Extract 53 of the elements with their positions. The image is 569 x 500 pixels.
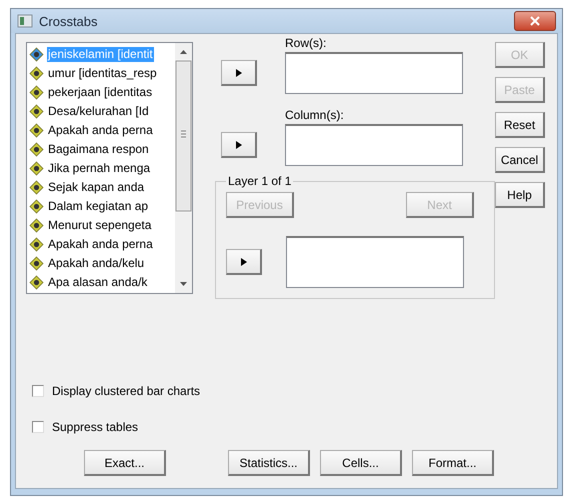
- field-label: Column(s):: [285, 108, 345, 124]
- variable-item[interactable]: pekerjaan [identitas: [47, 85, 154, 100]
- dialog-button[interactable]: Statistics...: [228, 450, 310, 476]
- dialog-button[interactable]: Exact...: [84, 450, 166, 476]
- variable-icon: [29, 275, 44, 290]
- move-button[interactable]: [221, 132, 257, 158]
- variable-item[interactable]: Apakah anda perna: [47, 123, 154, 138]
- app-icon: [17, 14, 33, 28]
- dialog-button[interactable]: Format...: [412, 450, 494, 476]
- group-title: Layer 1 of 1: [227, 174, 292, 188]
- variable-item[interactable]: Desa/kelurahan [Id: [47, 104, 150, 119]
- variable-icon: [29, 161, 44, 176]
- variable-icon: [29, 85, 44, 100]
- variable-icon: [29, 256, 44, 271]
- variable-icon: [29, 123, 44, 138]
- checkbox[interactable]: [32, 385, 44, 397]
- variable-item[interactable]: Apakah anda/kelu: [47, 256, 146, 271]
- variable-item[interactable]: Sejak kapan anda: [47, 180, 146, 195]
- window-title: Crosstabs: [39, 14, 98, 28]
- field-label: Row(s):: [285, 36, 328, 52]
- dialog-button[interactable]: Cancel: [495, 147, 545, 173]
- dialog-button[interactable]: Help: [495, 182, 545, 208]
- variable-item[interactable]: Jika pernah menga: [47, 161, 152, 176]
- move-button[interactable]: [226, 249, 262, 275]
- close-icon: [530, 16, 540, 26]
- arrow-icon: [236, 68, 242, 76]
- variable-icon: [29, 66, 44, 81]
- variable-item[interactable]: Menurut sepengeta: [47, 218, 152, 233]
- variable-icon: [29, 47, 44, 62]
- variable-icon: [29, 104, 44, 119]
- variable-item[interactable]: Apa alasan anda/k: [47, 275, 148, 290]
- checkbox-label: Display clustered bar charts: [52, 384, 200, 398]
- move-button[interactable]: [221, 60, 257, 86]
- variable-item[interactable]: Dalam kegiatan ap: [47, 199, 150, 214]
- variable-icon: [29, 180, 44, 195]
- variable-field[interactable]: [285, 124, 463, 166]
- checkbox[interactable]: [32, 421, 44, 433]
- close-button[interactable]: [514, 11, 556, 31]
- variable-icon: [29, 142, 44, 157]
- arrow-icon: [236, 140, 242, 148]
- variable-item[interactable]: umur [identitas_resp: [47, 66, 158, 81]
- dialog-button[interactable]: Reset: [495, 112, 545, 138]
- scrollbar[interactable]: [175, 43, 192, 293]
- variable-icon: [29, 199, 44, 214]
- variable-icon: [29, 237, 44, 252]
- variable-item[interactable]: Bagaimana respon: [47, 142, 150, 157]
- variable-field[interactable]: [285, 52, 463, 94]
- dialog-button[interactable]: Cells...: [320, 450, 402, 476]
- variable-icon: [29, 218, 44, 233]
- arrow-icon: [240, 258, 246, 266]
- variable-item[interactable]: Apakah anda perna: [47, 237, 154, 252]
- checkbox-label: Suppress tables: [52, 420, 138, 434]
- variable-field[interactable]: [286, 236, 464, 288]
